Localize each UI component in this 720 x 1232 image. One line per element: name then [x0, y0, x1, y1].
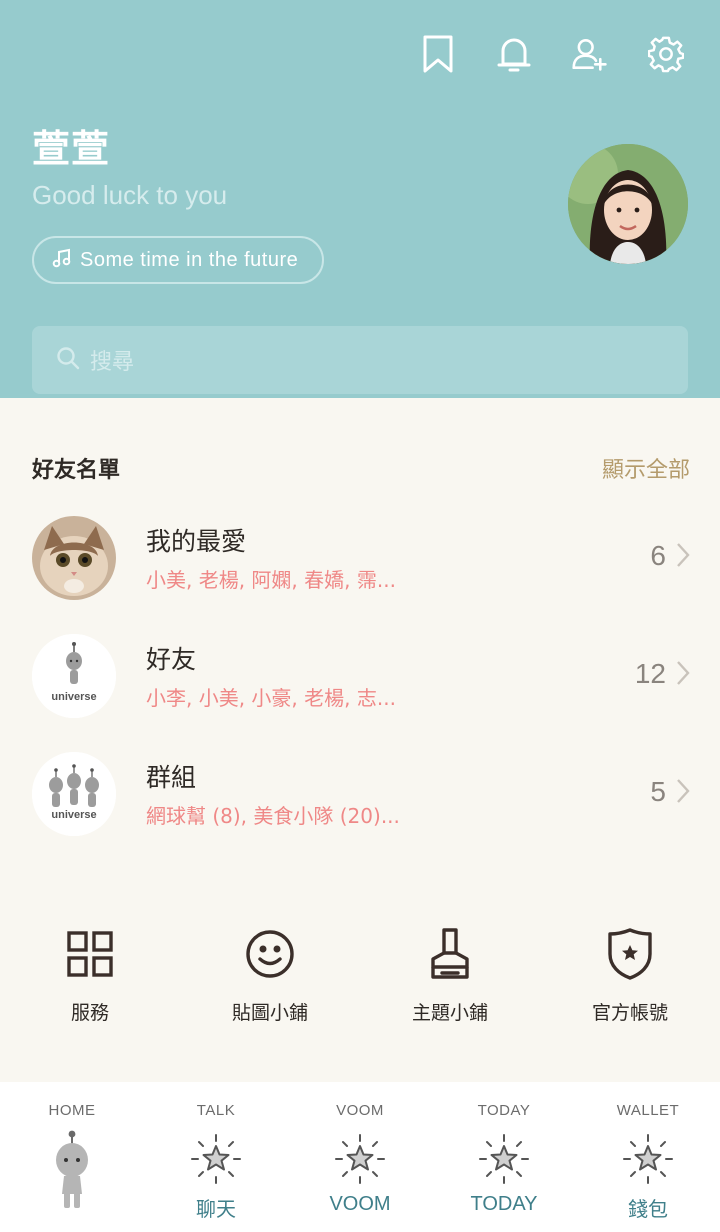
smiley-icon	[244, 922, 296, 986]
add-friend-icon[interactable]	[572, 34, 608, 74]
star-icon	[189, 1129, 243, 1189]
tab-label: TODAY	[470, 1193, 538, 1215]
tab-label: 聊天	[196, 1199, 236, 1221]
service-button-sticker-shop[interactable]: 貼圖小鋪	[180, 922, 360, 1025]
tab-top-label: TALK	[196, 1102, 236, 1119]
bottom-nav: HOME TALK 聊天 VOOM VOOM TODAY TODAY WALLE…	[0, 1082, 720, 1232]
tab-top-label: HOME	[48, 1102, 96, 1119]
universe-avatar: universe	[32, 634, 116, 718]
music-note-icon	[52, 248, 72, 272]
row-title: 群組	[146, 763, 197, 792]
row-count: 6	[650, 540, 666, 571]
row-title: 好友	[146, 645, 197, 674]
tab-top-label: VOOM	[336, 1102, 384, 1119]
tab-talk[interactable]: TALK 聊天	[144, 1082, 288, 1232]
tab-wallet[interactable]: WALLET 錢包	[576, 1082, 720, 1232]
section-title: 好友名單	[32, 458, 121, 483]
music-title: Some time in the future	[80, 248, 299, 271]
chevron-right-icon	[676, 778, 690, 808]
profile-music-button[interactable]: Some time in the future	[32, 236, 325, 284]
tab-voom[interactable]: VOOM VOOM	[288, 1082, 432, 1232]
row-members: 小李, 小美, 小豪, 老楊, 志...	[146, 686, 396, 710]
row-count: 5	[650, 776, 666, 807]
service-label: 主題小鋪	[411, 1002, 488, 1024]
search-input[interactable]: 搜尋	[32, 326, 688, 394]
gear-icon[interactable]	[648, 34, 684, 74]
service-label: 服務	[70, 1002, 109, 1024]
service-button-theme-shop[interactable]: 主題小鋪	[360, 922, 540, 1025]
chevron-right-icon	[676, 660, 690, 690]
service-button-services[interactable]: 服務	[0, 922, 180, 1025]
grid-icon	[66, 922, 114, 986]
tab-today[interactable]: TODAY TODAY	[432, 1082, 576, 1232]
status-message[interactable]: Good luck to you	[32, 180, 227, 211]
show-all-link[interactable]: 顯示全部	[602, 452, 690, 484]
profile-header: 萱萱 Good luck to you Some time in the fut…	[0, 0, 720, 398]
tab-label: 錢包	[628, 1199, 668, 1221]
row-members: 網球幫 (8), 美食小隊 (20)...	[146, 804, 400, 828]
bell-icon[interactable]	[496, 34, 532, 74]
row-members: 小美, 老楊, 阿嫻, 春嬌, 霈...	[146, 568, 396, 592]
avatar[interactable]	[568, 144, 688, 264]
service-label: 官方帳號	[591, 1002, 668, 1024]
brush-icon	[428, 922, 472, 986]
universe-label: universe	[51, 809, 97, 821]
friends-section-header: 好友名單 顯示全部	[32, 452, 690, 484]
chevron-right-icon	[676, 542, 690, 572]
service-label: 貼圖小鋪	[231, 1002, 308, 1024]
search-placeholder: 搜尋	[90, 350, 135, 375]
header-actions	[420, 34, 684, 74]
list-item-groups[interactable]: universe 群組 網球幫 (8), 美食小隊 (20)... 5	[32, 752, 690, 842]
alien-icon	[52, 1125, 92, 1215]
bookmark-icon[interactable]	[420, 34, 456, 74]
profile-name[interactable]: 萱萱	[32, 118, 110, 173]
star-icon	[477, 1129, 531, 1189]
star-icon	[333, 1129, 387, 1189]
shield-star-icon	[607, 922, 653, 986]
tab-label: VOOM	[329, 1193, 391, 1215]
tab-top-label: TODAY	[477, 1102, 531, 1119]
search-icon	[56, 346, 80, 374]
tab-top-label: WALLET	[616, 1102, 680, 1119]
services-bar: 服務 貼圖小鋪 主題小鋪 官方帳號	[0, 922, 720, 1032]
list-item-friends[interactable]: universe 好友 小李, 小美, 小豪, 老楊, 志... 12	[32, 634, 690, 724]
row-count: 12	[634, 658, 666, 689]
star-icon	[621, 1129, 675, 1189]
service-button-official-accounts[interactable]: 官方帳號	[540, 922, 720, 1025]
universe-group-avatar: universe	[32, 752, 116, 836]
list-item-favorites[interactable]: 我的最愛 小美, 老楊, 阿嫻, 春嬌, 霈... 6	[32, 516, 690, 606]
universe-label: universe	[51, 691, 97, 703]
cat-avatar	[32, 516, 116, 600]
row-title: 我的最愛	[146, 527, 247, 556]
tab-home[interactable]: HOME	[0, 1082, 144, 1232]
